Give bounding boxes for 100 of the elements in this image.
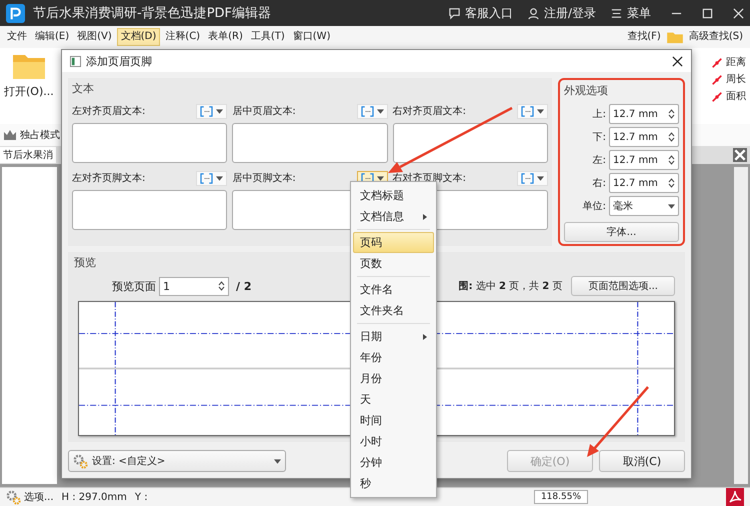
advanced-find-button[interactable]: 高级查找(S) <box>686 29 746 45</box>
scrollbar[interactable] <box>734 167 748 484</box>
menu-item[interactable]: 日期 <box>353 326 434 347</box>
caret-icon <box>376 108 384 114</box>
menu-item[interactable]: 文档(D) <box>116 28 160 46</box>
page-spinbox[interactable]: 1 <box>159 276 229 296</box>
field-label: 居中页脚文本: <box>232 172 296 185</box>
open-button[interactable]: 打开(O)... <box>4 52 54 99</box>
gear-icon <box>6 490 21 504</box>
bracket-icon <box>200 172 214 184</box>
find-button[interactable]: 查找(F) <box>624 29 664 45</box>
preview-page-label: 预览页面 <box>112 278 156 294</box>
menu-item[interactable]: 月份 <box>353 368 434 389</box>
menu-item[interactable]: 天 <box>353 389 434 410</box>
margin-label: 下: <box>592 131 606 144</box>
menu-item[interactable]: 时间 <box>353 410 434 431</box>
caret-icon <box>274 458 281 464</box>
menu-item[interactable]: 页码 <box>353 232 434 253</box>
spin-arrows-icon <box>668 132 675 142</box>
menu-item[interactable]: 工具(T) <box>248 29 288 45</box>
unit-label: 单位: <box>582 200 606 213</box>
menu-icon <box>610 6 623 20</box>
field-label: 右对齐页眉文本: <box>392 104 466 118</box>
ruler-icon <box>711 56 723 68</box>
menu-item[interactable]: 文件夹名 <box>353 300 434 321</box>
dialog-icon <box>70 56 81 66</box>
menu-item[interactable]: 文件 <box>4 29 30 45</box>
settings-dropdown[interactable]: 设置: <自定义> <box>68 450 286 472</box>
header-link[interactable]: 菜单 <box>610 4 651 22</box>
ruler-icon <box>711 74 723 86</box>
insert-macro-button[interactable] <box>196 104 228 118</box>
measure-tool[interactable]: 距离 <box>711 56 746 69</box>
caret-icon <box>668 204 675 208</box>
caret-icon <box>536 176 544 180</box>
unit-dropdown[interactable]: 毫米 <box>609 196 679 216</box>
menu-item[interactable]: 文档信息 <box>353 206 434 227</box>
menu-item[interactable]: 文档标题 <box>353 185 434 206</box>
spin-arrows-icon <box>668 109 675 119</box>
insert-macro-button[interactable] <box>516 170 548 186</box>
zoom-field[interactable]: 118.55% <box>534 490 588 504</box>
menu-item[interactable]: 分钟 <box>353 452 434 473</box>
page-range-info: 围: 选中 2 页，共 2 页 <box>458 280 562 293</box>
document-tab[interactable]: 节后水果消 <box>0 147 56 163</box>
group-title: 外观选项 <box>564 83 609 98</box>
field-label: 左对齐页脚文本: <box>72 172 146 185</box>
gear-icon <box>73 454 88 468</box>
close-icon[interactable] <box>672 56 683 66</box>
bracket-icon <box>200 106 214 116</box>
menu-item[interactable]: 文件名 <box>353 279 434 300</box>
exclusive-mode-button[interactable]: 独占模式 <box>3 128 60 142</box>
menu-item[interactable]: 编辑(E) <box>32 29 72 45</box>
margin-spinbox[interactable]: 12.7 mm <box>609 173 679 193</box>
spin-arrows-icon <box>668 155 675 165</box>
app-logo-icon <box>6 4 25 22</box>
maximize-icon[interactable] <box>702 8 713 18</box>
margin-label: 左: <box>592 154 606 167</box>
group-title: 预览 <box>74 255 96 270</box>
measure-tool[interactable]: 面积 <box>711 90 746 103</box>
header-link[interactable]: 注册/登录 <box>526 4 596 22</box>
menu-item[interactable]: 秒 <box>353 473 434 494</box>
menu-item[interactable]: 页数 <box>353 253 434 274</box>
menu-item[interactable]: 视图(V) <box>74 29 115 45</box>
ruler-icon <box>711 90 723 102</box>
insert-macro-button[interactable] <box>356 104 388 118</box>
font-button[interactable]: 字体... <box>564 222 679 242</box>
options-button[interactable]: 选项... <box>6 490 54 504</box>
bracket-icon <box>520 172 534 184</box>
caret-icon <box>216 176 224 180</box>
submenu-arrow-icon <box>423 214 427 220</box>
submenu-arrow-icon <box>423 334 427 340</box>
spin-arrows-icon <box>218 281 225 291</box>
caret-icon <box>216 108 224 114</box>
measure-tool[interactable]: 周长 <box>711 73 746 86</box>
crown-icon <box>3 129 17 141</box>
y-readout: Y : <box>134 492 148 502</box>
chat-icon <box>448 6 461 20</box>
folder-icon <box>12 52 46 80</box>
menu-item[interactable]: 注释(C) <box>162 29 204 45</box>
margin-label: 上: <box>592 108 606 121</box>
page-total: / 2 <box>236 280 252 292</box>
insert-macro-button[interactable] <box>196 170 228 186</box>
margin-spinbox[interactable]: 12.7 mm <box>609 127 679 147</box>
menu-item[interactable]: 年份 <box>353 347 434 368</box>
page-range-button[interactable]: 页面范围选项... <box>571 276 675 296</box>
caret-icon <box>536 108 544 114</box>
text-area[interactable] <box>392 123 548 163</box>
bracket-icon <box>520 106 534 116</box>
menu-item[interactable]: 表单(R) <box>205 29 246 45</box>
margin-spinbox[interactable]: 12.7 mm <box>609 150 679 170</box>
cancel-button[interactable]: 取消(C) <box>599 450 685 472</box>
insert-macro-button[interactable] <box>516 104 548 118</box>
header-link[interactable]: 客服入口 <box>448 4 513 22</box>
menu-item[interactable]: 小时 <box>353 431 434 452</box>
margin-spinbox[interactable]: 12.7 mm <box>609 104 679 124</box>
pdf-icon[interactable] <box>726 488 744 506</box>
menu-item[interactable]: 窗口(W) <box>290 29 334 45</box>
height-readout: H : 297.0mm <box>62 492 127 502</box>
folder-icon <box>666 30 684 44</box>
user-icon <box>526 6 540 20</box>
margin-label: 右: <box>592 177 606 190</box>
